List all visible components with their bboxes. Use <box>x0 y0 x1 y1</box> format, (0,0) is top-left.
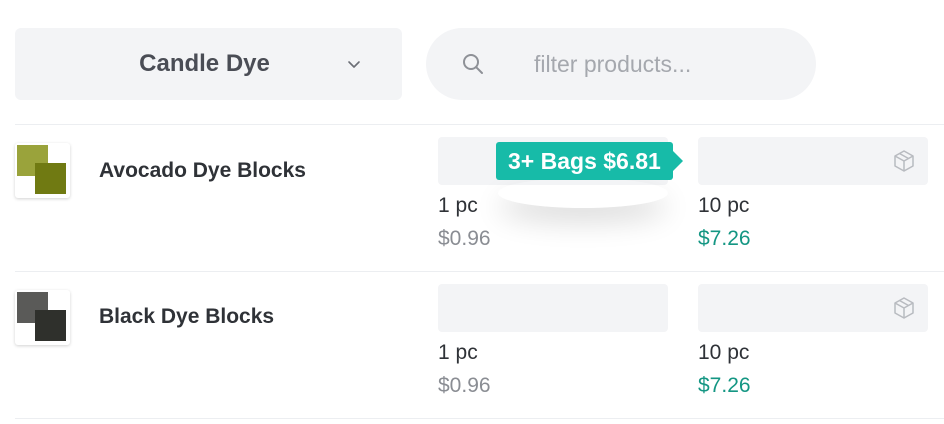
quantity-option-10pc[interactable] <box>698 137 928 185</box>
package-icon <box>894 297 914 319</box>
search-input[interactable] <box>534 46 794 82</box>
badge-pointer <box>672 151 683 171</box>
product-name[interactable]: Avocado Dye Blocks <box>99 159 306 183</box>
search-icon <box>463 54 483 74</box>
product-thumbnail[interactable] <box>15 290 70 345</box>
quantity-option-1pc[interactable] <box>438 284 668 332</box>
badge-shadow <box>498 178 668 208</box>
swatch-dark <box>35 310 66 341</box>
deal-badge-text: 3+ Bags $6.81 <box>508 147 661 174</box>
package-icon <box>894 150 914 172</box>
unit-price: $0.96 <box>438 227 491 250</box>
unit-price: $0.96 <box>438 374 491 397</box>
swatch-dark <box>35 163 66 194</box>
bulk-price: $7.26 <box>698 227 751 250</box>
category-selected-label: Candle Dye <box>139 50 270 77</box>
qty-label: 10 pc <box>698 341 750 364</box>
chevron-down-icon <box>348 61 360 68</box>
bulk-price: $7.26 <box>698 374 751 397</box>
qty-label: 1 pc <box>438 194 478 217</box>
divider <box>15 124 944 125</box>
product-name[interactable]: Black Dye Blocks <box>99 305 274 329</box>
category-dropdown[interactable]: Candle Dye <box>15 28 402 100</box>
search-bar[interactable] <box>426 28 816 100</box>
qty-label: 1 pc <box>438 341 478 364</box>
product-thumbnail[interactable] <box>15 143 70 198</box>
divider <box>15 418 944 419</box>
qty-label: 10 pc <box>698 194 750 217</box>
deal-badge: 3+ Bags $6.81 <box>496 142 683 180</box>
divider <box>15 271 944 272</box>
quantity-option-10pc[interactable] <box>698 284 928 332</box>
